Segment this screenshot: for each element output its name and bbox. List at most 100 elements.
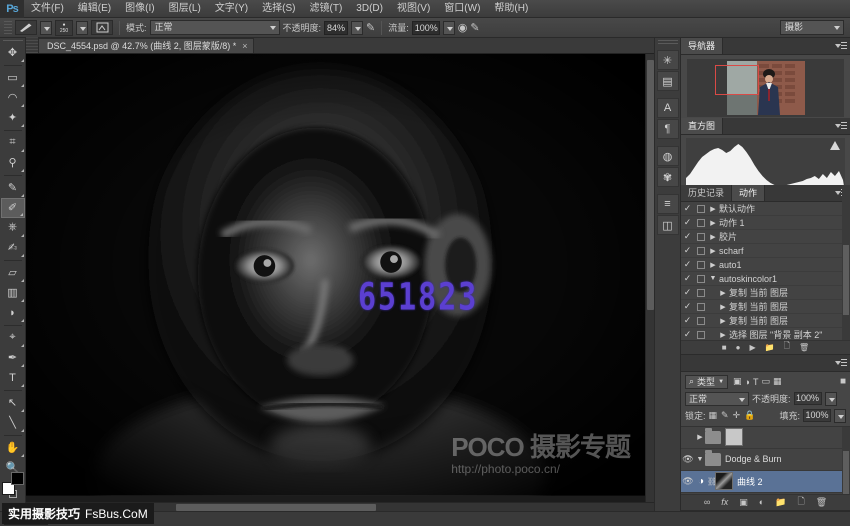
action-row[interactable]: ✓▶默认动作 — [681, 202, 850, 216]
action-enabled-checkbox[interactable]: ✓ — [681, 231, 694, 242]
styles-icon[interactable]: ◍ — [657, 146, 679, 166]
shape-tool[interactable]: ╲ — [1, 413, 25, 433]
tab-strip-grip[interactable] — [26, 37, 38, 53]
pen-tool[interactable]: ✒ — [1, 348, 25, 368]
action-enabled-checkbox[interactable]: ✓ — [681, 301, 694, 312]
chevron-right-icon[interactable]: ▶ — [717, 303, 729, 311]
workspace-switcher[interactable]: 摄影 — [780, 20, 844, 35]
magic-wand-tool[interactable]: ✦ — [1, 108, 25, 128]
lasso-tool[interactable]: ◠ — [1, 88, 25, 108]
eye-icon[interactable]: 👁 — [681, 454, 695, 465]
hand-tool[interactable]: ✋ — [1, 438, 25, 458]
marquee-tool[interactable]: ▭ — [1, 68, 25, 88]
canvas-vertical-scrollbar[interactable] — [645, 54, 654, 502]
menu-item-9[interactable]: 窗口(W) — [437, 0, 487, 18]
blend-mode-select[interactable]: 正常 — [150, 20, 280, 35]
type-tool[interactable]: T — [1, 368, 25, 388]
eye-icon[interactable]: 👁 — [681, 476, 695, 487]
layer-opacity-slider-toggle[interactable] — [825, 392, 837, 406]
action-enabled-checkbox[interactable]: ✓ — [681, 245, 694, 256]
move-tool[interactable]: ✥ — [1, 43, 25, 63]
action-dialog-toggle[interactable] — [694, 261, 707, 269]
menu-item-4[interactable]: 文字(Y) — [208, 0, 255, 18]
actions-scrollbar-thumb[interactable] — [843, 245, 849, 315]
filter-adjustment-icon[interactable]: ◑ — [745, 377, 750, 387]
play-icon[interactable]: ▶ — [749, 343, 755, 352]
tab-histogram[interactable]: 直方图 — [681, 118, 723, 134]
action-dialog-toggle[interactable] — [694, 331, 707, 339]
chevron-right-icon[interactable]: ▶ — [707, 261, 719, 269]
action-enabled-checkbox[interactable]: ✓ — [681, 329, 694, 339]
action-dialog-toggle[interactable] — [694, 205, 707, 213]
layers-panel-menu-icon[interactable] — [835, 358, 847, 368]
layer-mask-thumbnail[interactable] — [725, 428, 743, 446]
filter-smart-icon[interactable]: ▦ — [773, 376, 782, 387]
link-icon[interactable]: ∞ — [704, 497, 710, 507]
lock-position-icon[interactable]: ✛ — [733, 410, 741, 421]
menu-item-1[interactable]: 编辑(E) — [71, 0, 118, 18]
chevron-right-icon[interactable]: ▶ — [717, 317, 729, 325]
brush-presets-icon[interactable]: ✾ — [657, 167, 679, 187]
action-row[interactable]: ✓▶动作 1 — [681, 216, 850, 230]
lock-image-icon[interactable]: ✎ — [721, 410, 729, 421]
action-enabled-checkbox[interactable]: ✓ — [681, 315, 694, 326]
background-color-swatch[interactable] — [11, 472, 24, 485]
canvas-viewport[interactable]: 651823 POCO 摄影专题 http://photo.poco.cn/ — [26, 54, 654, 502]
menu-item-0[interactable]: 文件(F) — [24, 0, 71, 18]
menu-item-10[interactable]: 帮助(H) — [487, 0, 535, 18]
tab-actions[interactable]: 动作 — [732, 185, 765, 201]
layer-row[interactable]: 👁▼Dodge & Burn — [681, 449, 850, 471]
group-icon[interactable]: 📁 — [775, 497, 786, 508]
adjustment-icon[interactable]: ◐ — [759, 497, 764, 507]
lock-all-icon[interactable]: 🔒 — [744, 410, 755, 421]
paragraph-icon[interactable]: ¶ — [657, 119, 679, 139]
layers-scrollbar-thumb[interactable] — [843, 451, 849, 494]
tab-history[interactable]: 历史记录 — [681, 185, 732, 201]
actions-scrollbar[interactable] — [842, 185, 850, 339]
action-enabled-checkbox[interactable]: ✓ — [681, 203, 694, 214]
layer-opacity-input[interactable]: 100% — [794, 392, 822, 405]
action-row[interactable]: ✓▶复制 当前 图层 — [681, 286, 850, 300]
action-dialog-toggle[interactable] — [694, 303, 707, 311]
properties-icon[interactable]: ≡ — [657, 194, 679, 214]
adjustments-icon[interactable]: ▤ — [657, 71, 679, 91]
brush-tool[interactable]: ✐ — [1, 198, 25, 218]
brush-settings-icon[interactable] — [91, 20, 113, 35]
character-icon[interactable]: A — [657, 98, 679, 118]
canvas-horizontal-scrollbar-thumb[interactable] — [176, 504, 376, 511]
layer-filter-select[interactable]: ⌕ 类型 ▼ — [685, 375, 728, 389]
menu-item-3[interactable]: 图层(L) — [162, 0, 208, 18]
new-folder-icon[interactable]: 📁 — [765, 343, 775, 352]
menu-item-6[interactable]: 滤镜(T) — [303, 0, 350, 18]
flow-slider-toggle[interactable] — [443, 21, 455, 35]
chevron-right-icon[interactable]: ▶ — [707, 219, 719, 227]
airbrush-icon[interactable]: ◉ — [458, 21, 468, 34]
actions-list[interactable]: ✓▶默认动作✓▶动作 1✓▶胶片✓▶scharf✓▶auto1✓▼autoski… — [681, 202, 850, 339]
layer-fill-input[interactable]: 100% — [803, 409, 831, 422]
brush-size-indicator[interactable]: ● 250 — [55, 20, 73, 36]
dodge-tool[interactable]: ⌖ — [1, 328, 25, 348]
chevron-right-icon[interactable]: ▶ — [707, 205, 719, 213]
action-dialog-toggle[interactable] — [694, 317, 707, 325]
delete-icon[interactable]: 🗑 — [816, 497, 827, 508]
filter-shape-icon[interactable]: ▭ — [761, 376, 770, 387]
opacity-pressure-icon[interactable]: ✎ — [366, 21, 375, 34]
opacity-slider-toggle[interactable] — [351, 21, 363, 35]
layer-row[interactable]: ▶ — [681, 427, 850, 449]
layer-row[interactable]: 👁◑⛓曲线 2 — [681, 471, 850, 493]
layer-blend-mode-select[interactable]: 正常 — [685, 392, 749, 406]
toolbar-grip[interactable] — [3, 40, 23, 41]
document-tab[interactable]: DSC_4554.psd @ 42.7% (曲线 2, 图层蒙版/8) * × — [38, 38, 254, 53]
filter-pixel-icon[interactable]: ▣ — [733, 376, 742, 387]
brush-preview-icon[interactable] — [15, 20, 37, 35]
action-row[interactable]: ✓▶scharf — [681, 244, 850, 258]
eyedropper-tool[interactable]: ⚲ — [1, 153, 25, 173]
layer-mask-thumbnail[interactable] — [715, 472, 733, 490]
brush-panel-toggle[interactable] — [76, 21, 88, 35]
new-layer-icon[interactable]: 🗋 — [797, 494, 804, 510]
lock-transparency-icon[interactable]: ▦ — [709, 410, 718, 421]
action-dialog-toggle[interactable] — [694, 247, 707, 255]
history-brush-tool[interactable]: ✍ — [1, 238, 25, 258]
tab-navigator[interactable]: 导航器 — [681, 38, 723, 54]
gradient-tool[interactable]: ▥ — [1, 283, 25, 303]
